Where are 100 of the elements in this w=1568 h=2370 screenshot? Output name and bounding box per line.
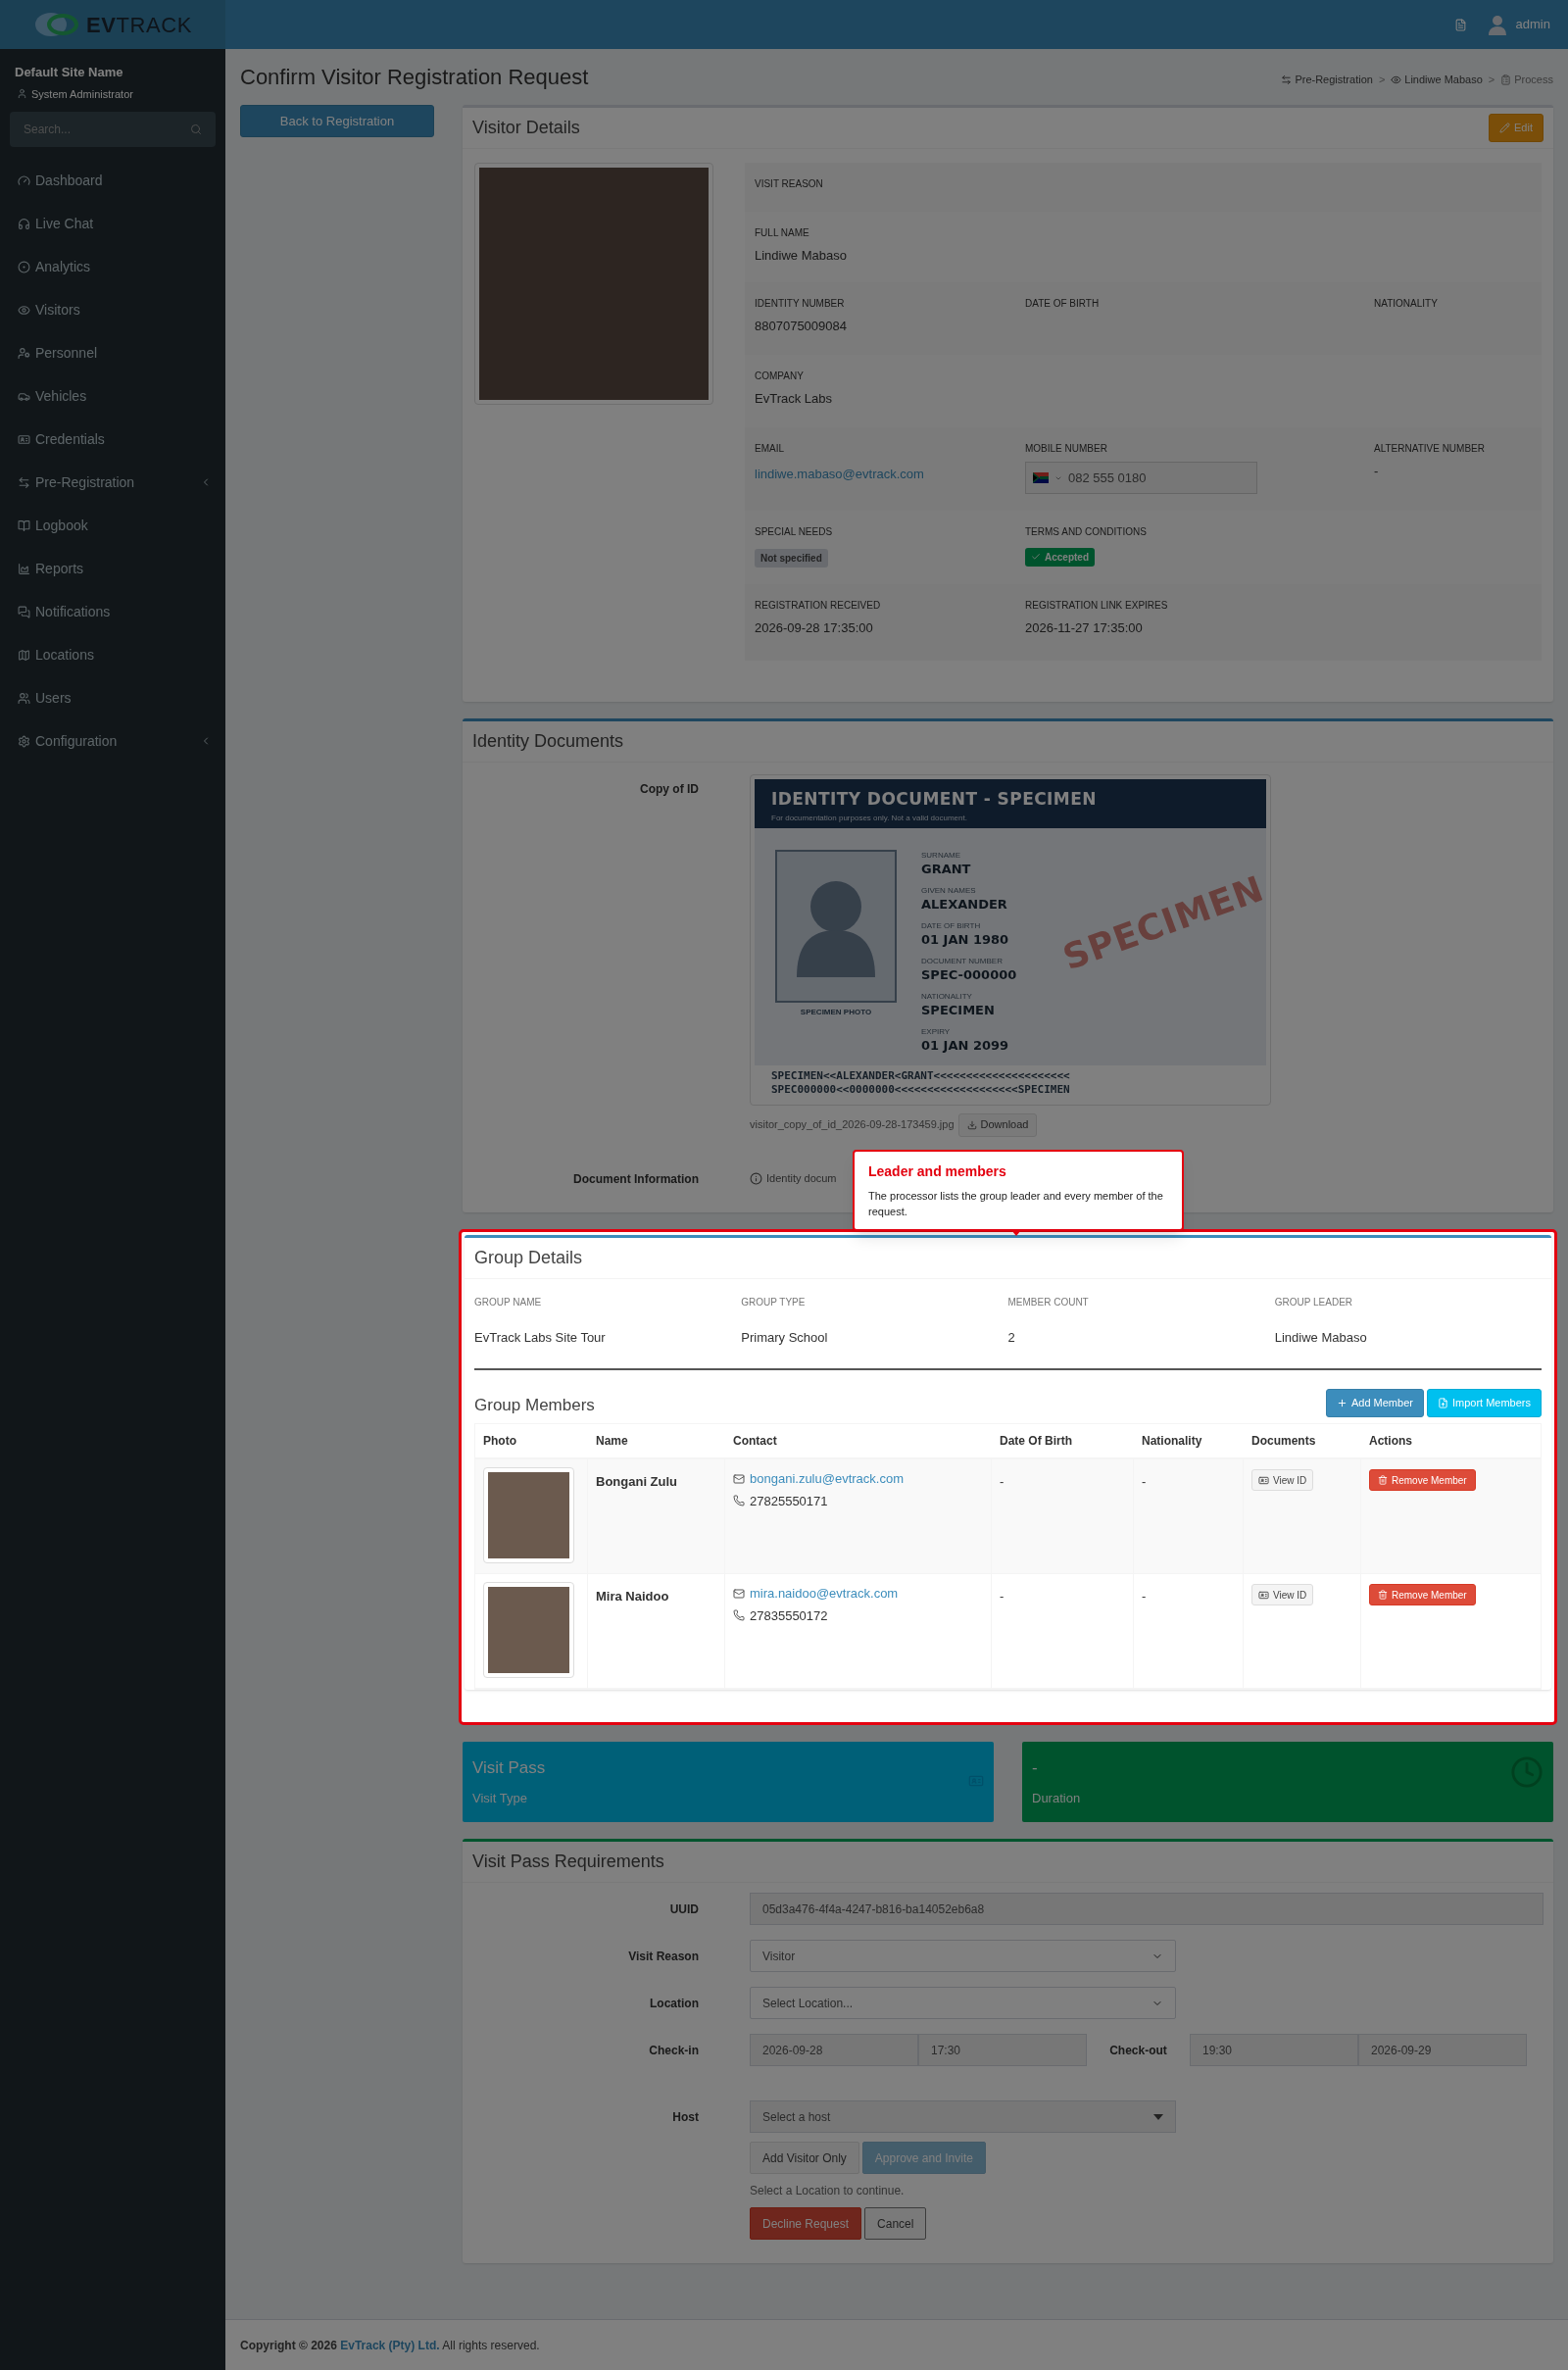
chart-icon (18, 562, 30, 575)
email-link[interactable]: mira.naidoo@evtrack.com (750, 1584, 899, 1604)
uuid-field[interactable]: 05d3a476-4f4a-4247-b816-ba14052eb6a8 (750, 1893, 1544, 1925)
field-value: EvTrack Labs Site Tour (474, 1328, 607, 1347)
field-label: ALTERNATIVE NUMBER (1374, 442, 1486, 456)
sidebar-item[interactable]: Notifications (0, 590, 225, 633)
company-link[interactable]: EvTrack (Pty) Ltd. (340, 2338, 440, 2352)
tooltip-title: Leader and members (868, 1162, 1007, 1181)
sidebar-item[interactable]: Users (0, 676, 225, 719)
document-field-value: ALEXANDER (921, 896, 1008, 913)
info-text: Identity docum (766, 1171, 837, 1187)
sidebar-item[interactable]: Reports (0, 547, 225, 590)
table-cell: - (1142, 1589, 1147, 1604)
download-button[interactable]: Download (957, 1112, 1038, 1137)
document-field-label: EXPIRY (921, 1025, 952, 1038)
mrz-line: SPEC000000<<0000000<<<<<<<<<<<<<<<<<<<SPECIMEN (771, 1082, 1071, 1097)
sidebar-item[interactable]: Dashboard (0, 159, 225, 202)
file-name: visitor_copy_of_id_2026-09-28-173459.jpg (750, 1117, 955, 1133)
sidebar-item[interactable]: Personnel (0, 331, 225, 374)
field-label: REGISTRATION RECEIVED (755, 599, 882, 613)
view-id-button[interactable]: View ID (1251, 1469, 1314, 1491)
decline-button[interactable]: Decline Request (750, 2207, 862, 2240)
add-member-button[interactable]: Add Member (1325, 1389, 1424, 1417)
view-id-button[interactable]: View ID (1251, 1584, 1314, 1605)
phone-field[interactable]: 082 555 0180 (1025, 462, 1257, 494)
map-icon (18, 648, 30, 662)
back-button[interactable]: Back to Registration (240, 105, 434, 137)
check-in-date-field[interactable]: 2026-09-28 (750, 2034, 918, 2066)
arrows-icon (1281, 74, 1293, 85)
person-silhouette-icon (775, 849, 897, 1003)
breadcrumb-item[interactable]: Lindiwe Mabaso (1391, 72, 1483, 88)
sidebar-item[interactable]: Live Chat (0, 202, 225, 245)
mail-icon (733, 1587, 745, 1600)
sidebar-item[interactable]: Credentials (0, 418, 225, 461)
status-badge: Accepted (1025, 547, 1095, 567)
document-field-value: 01 JAN 1980 (921, 931, 1010, 948)
column-header: Nationality (1141, 1433, 1203, 1450)
email-link[interactable]: bongani.zulu@evtrack.com (750, 1469, 904, 1489)
check-out-date-field[interactable]: 2026-09-29 (1358, 2034, 1527, 2066)
field-label: Check-out (1108, 2042, 1168, 2059)
field-value: EvTrack Labs (755, 390, 833, 408)
location-select[interactable]: Select Location... (750, 1987, 1176, 2019)
document-field-label: NATIONALITY (921, 990, 973, 1003)
sidebar-item[interactable]: Vehicles (0, 374, 225, 418)
document-subtitle: For documentation purposes only. Not a valid document. (771, 812, 968, 824)
field-value: Primary School (741, 1328, 829, 1347)
check-in-time-field[interactable]: 17:30 (918, 2034, 1087, 2066)
page-title: Confirm Visitor Registration Request (240, 64, 589, 91)
document-field-value: SPECIMEN (921, 1002, 996, 1018)
field-label: Host (671, 2108, 699, 2126)
column-header: Name (595, 1433, 629, 1450)
card-title: Visit Pass Requirements (472, 1851, 664, 1873)
mrz-line: SPECIMEN<<ALEXANDER<GRANT<<<<<<<<<<<<<<<<<<<<< (771, 1068, 1071, 1083)
remove-member-button[interactable]: Remove Member (1369, 1584, 1476, 1605)
check-out-time-field[interactable]: 19:30 (1190, 2034, 1358, 2066)
sidebar-item[interactable]: Pre-Registration (0, 461, 225, 504)
document-field-value: GRANT (921, 861, 972, 877)
user-icon (18, 346, 30, 360)
breadcrumb-item[interactable]: Pre-Registration (1281, 72, 1373, 88)
import-members-button[interactable]: Import Members (1426, 1389, 1542, 1417)
gauge-icon (18, 173, 30, 187)
field-label: VISIT REASON (755, 177, 824, 191)
card-title: Group Details (474, 1246, 583, 1269)
tile-subtitle: Duration (1032, 1789, 1081, 1807)
action-button[interactable]: Add Visitor Only (750, 2142, 859, 2174)
field-label: REGISTRATION LINK EXPIRES (1025, 599, 1169, 613)
visit-reason-select[interactable]: Visitor (750, 1940, 1176, 1972)
sidebar-item[interactable]: Visitors (0, 288, 225, 331)
document-icon[interactable] (1453, 18, 1467, 31)
table-cell: - (1142, 1474, 1147, 1489)
user-name[interactable]: admin (1515, 15, 1550, 34)
column-header: Date Of Birth (999, 1433, 1073, 1450)
id-card-icon (1258, 1474, 1269, 1486)
column-header: Documents (1250, 1433, 1317, 1450)
field-value: 2026-09-28 17:35:00 (755, 619, 874, 637)
email-link[interactable]: lindiwe.mabaso@evtrack.com (755, 467, 924, 481)
remove-member-button[interactable]: Remove Member (1369, 1469, 1476, 1491)
hint-text: Select a Location to continue. (750, 2183, 906, 2199)
copyright-text: Copyright © 2026 EvTrack (Pty) Ltd. All rights reserved. (240, 2337, 540, 2354)
field-label: DATE OF BIRTH (1025, 297, 1101, 311)
logo-text: EVTRACK (86, 11, 192, 39)
breadcrumb-item: Process (1500, 72, 1553, 88)
cancel-button[interactable]: Cancel (864, 2207, 927, 2240)
flag-icon (1033, 472, 1049, 483)
sidebar-item[interactable]: Configuration (0, 719, 225, 763)
edit-button[interactable]: Edit (1489, 114, 1544, 142)
field-label: GROUP TYPE (741, 1295, 807, 1309)
chat-bubbles-icon (18, 605, 30, 618)
arrows-icon (18, 475, 30, 489)
host-select[interactable]: Select a host (750, 2100, 1176, 2133)
sidebar-item[interactable]: Locations (0, 633, 225, 676)
clipboard-icon (1500, 74, 1512, 85)
column-header: Actions (1368, 1433, 1413, 1450)
field-label: NATIONALITY (1374, 297, 1439, 311)
field-label: UUID (668, 1901, 699, 1918)
section-title: Group Members (474, 1394, 595, 1416)
sidebar-item[interactable]: Analytics (0, 245, 225, 288)
sidebar-item[interactable]: Logbook (0, 504, 225, 547)
card-title: Visitor Details (472, 117, 580, 139)
field-label: TERMS AND CONDITIONS (1025, 525, 1148, 539)
